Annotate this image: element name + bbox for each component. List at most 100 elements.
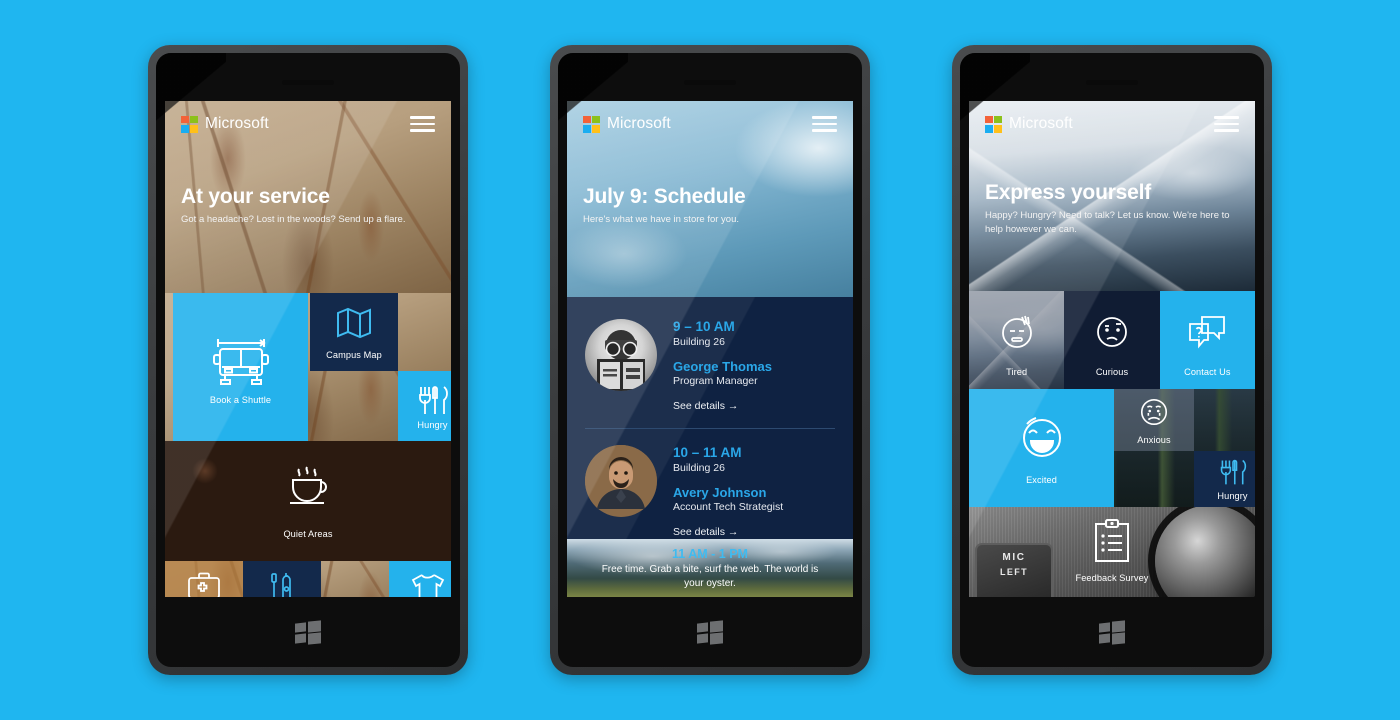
tile-campus-map[interactable]: Campus Map [310, 293, 398, 371]
page-subtitle: Here's what we have in store for you. [583, 214, 739, 225]
hamburger-menu-icon[interactable] [812, 116, 837, 132]
mic-label-block: MIC LEFT [975, 543, 1053, 597]
free-time-banner[interactable]: 11 AM - 1 PM Free time. Grab a bite, sur… [567, 539, 853, 597]
map-icon [334, 305, 374, 341]
earpiece-speaker [282, 80, 334, 85]
phone-body: Microsoft At your service Got a headache… [156, 53, 460, 667]
schedule-person-name: Avery Johnson [673, 485, 767, 500]
phone1-tile-row-1: Book a Shuttle Campus Map Hungry [165, 293, 451, 441]
tile-contact-us[interactable]: Contact Us [1159, 291, 1255, 389]
hamburger-menu-icon[interactable] [410, 116, 435, 132]
microsoft-logo-icon [181, 115, 198, 133]
schedule-location: Building 26 [673, 462, 725, 474]
decorative-knob [1155, 507, 1255, 597]
mic-label-line1: MIC [1002, 552, 1026, 563]
see-details-link[interactable]: See details → [673, 400, 835, 412]
clipboard-icon [1091, 519, 1133, 565]
tile-cleaners[interactable]: Cleaners [389, 561, 451, 597]
phone3-hero: Microsoft Express yourself Happy? Hungry… [969, 101, 1255, 291]
see-details-link[interactable]: See details → [673, 526, 835, 538]
cutlery-icon [416, 383, 450, 417]
chat-question-icon [1187, 315, 1227, 349]
phone1-screen: Microsoft At your service Got a headache… [165, 101, 451, 597]
page-title: At your service [181, 185, 330, 208]
tile-label: Curious [1095, 367, 1129, 377]
phone1-tile-row-3: First Aid Convenience [165, 561, 451, 597]
windows-home-button[interactable] [697, 620, 723, 645]
tile-anxious[interactable]: Anxious [1114, 389, 1194, 451]
tile-hungry[interactable]: Hungry [398, 371, 451, 441]
tile-label: Anxious [1137, 435, 1171, 445]
page-subtitle: Happy? Hungry? Need to talk? Let us know… [985, 210, 1230, 235]
tile-hungry[interactable]: Hungry [1194, 451, 1255, 507]
microsoft-logo-icon [583, 115, 600, 133]
schedule-time: 9 – 10 AM [673, 319, 735, 334]
schedule-person-name: George Thomas [673, 359, 772, 374]
tile-first-aid[interactable]: First Aid [165, 561, 243, 597]
phone-body: Microsoft Express yourself Happy? Hungry… [960, 53, 1264, 667]
earpiece-speaker [684, 80, 736, 85]
phone3-tile-row-2: Excited Anxious Hungry [969, 389, 1255, 507]
tile-label: Feedback Survey [1075, 573, 1149, 583]
tile-book-a-shuttle[interactable]: Book a Shuttle [173, 293, 308, 441]
avatar [585, 445, 657, 517]
first-aid-icon [187, 572, 221, 597]
banner-description: Free time. Grab a bite, surf the web. Th… [601, 564, 819, 589]
microsoft-brand: Microsoft [181, 115, 269, 133]
tile-label: Hungry [417, 420, 448, 430]
schedule-person-role: Program Manager [673, 375, 758, 387]
microsoft-logo-icon [985, 115, 1002, 133]
tile-convenience[interactable]: Convenience [243, 561, 321, 597]
page-title: July 9: Schedule [583, 185, 746, 208]
toiletries-icon [266, 572, 298, 597]
tile-label: Hungry [1217, 491, 1248, 501]
microsoft-brand: Microsoft [583, 115, 671, 133]
tile-quiet-areas[interactable]: Quiet Areas [165, 441, 451, 561]
banner-time: 11 AM - 1 PM [672, 547, 748, 561]
schedule-location: Building 26 [673, 336, 725, 348]
brand-name: Microsoft [205, 115, 269, 132]
page-subtitle: Got a headache? Lost in the woods? Send … [181, 214, 406, 225]
microsoft-brand: Microsoft [985, 115, 1073, 133]
phone-body: Microsoft July 9: Schedule Here's what w… [558, 53, 862, 667]
tile-curious[interactable]: Curious [1064, 291, 1160, 389]
windows-home-button[interactable] [295, 620, 321, 645]
phone-device-services: Microsoft At your service Got a headache… [148, 45, 468, 675]
phone2-hero: Microsoft July 9: Schedule Here's what w… [567, 101, 853, 297]
schedule-person-role: Account Tech Strategist [673, 501, 784, 513]
tile-label: Quiet Areas [283, 529, 333, 539]
phone3-screen: Microsoft Express yourself Happy? Hungry… [969, 101, 1255, 597]
bus-icon [210, 335, 272, 387]
excited-face-icon [1016, 411, 1068, 463]
hamburger-menu-icon[interactable] [1214, 116, 1239, 132]
tshirt-icon [409, 572, 447, 597]
tile-excited[interactable]: Excited [969, 389, 1114, 507]
coffee-cup-icon [285, 466, 331, 508]
phone-device-schedule: Microsoft July 9: Schedule Here's what w… [550, 45, 870, 675]
tile-label: Book a Shuttle [209, 395, 272, 405]
phone2-screen: Microsoft July 9: Schedule Here's what w… [567, 101, 853, 597]
tile-label: Contact Us [1184, 367, 1231, 377]
schedule-item[interactable]: 9 – 10 AM Building 26 George Thomas Prog… [567, 319, 853, 412]
tile-label: Campus Map [326, 350, 382, 360]
windows-home-button[interactable] [1099, 620, 1125, 645]
curious-face-icon [1093, 313, 1131, 351]
earpiece-speaker [1086, 80, 1138, 85]
cutlery-icon [1218, 457, 1248, 487]
schedule-list: 9 – 10 AM Building 26 George Thomas Prog… [567, 297, 853, 597]
tile-tired[interactable]: Tired [969, 291, 1065, 389]
schedule-time: 10 – 11 AM [673, 445, 742, 460]
tile-label: Excited [1026, 475, 1057, 485]
tired-face-icon [998, 313, 1036, 351]
phone1-hero: Microsoft At your service Got a headache… [165, 101, 451, 293]
phone-device-express: Microsoft Express yourself Happy? Hungry… [952, 45, 1272, 675]
brand-name: Microsoft [1009, 115, 1073, 132]
phone3-tile-row-1: Tired Curious Contact Us [969, 291, 1255, 389]
page-title: Express yourself [985, 181, 1152, 204]
schedule-divider [585, 428, 835, 429]
tile-label: Tired [1006, 367, 1028, 377]
tile-feedback-survey[interactable]: MIC LEFT Feedback Survey [969, 507, 1255, 597]
schedule-item[interactable]: 10 – 11 AM Building 26 Avery Johnson Acc… [567, 445, 853, 538]
brand-name: Microsoft [607, 115, 671, 132]
anxious-face-icon [1138, 396, 1170, 428]
